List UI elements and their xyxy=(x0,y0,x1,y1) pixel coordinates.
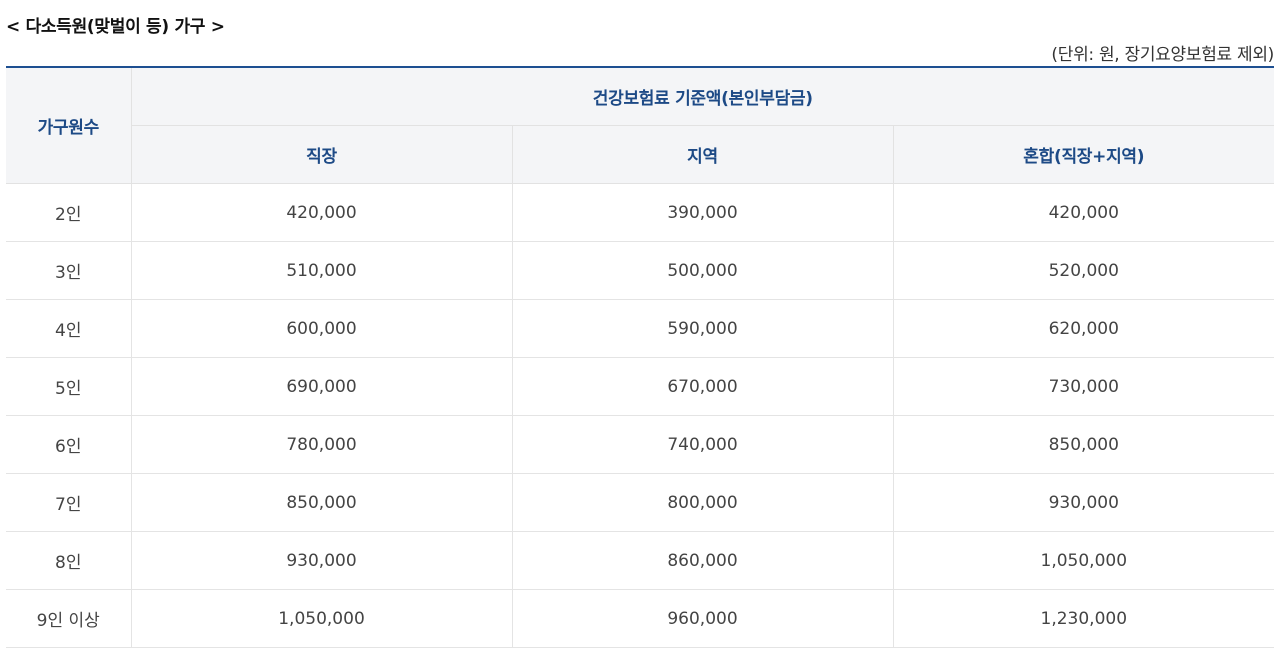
cell-mixed: 1,050,000 xyxy=(892,531,1275,590)
header-household-size: 가구원수 xyxy=(6,67,131,184)
cell-mixed: 730,000 xyxy=(892,357,1275,416)
table-body: 2인 420,000 390,000 420,000 3인 510,000 50… xyxy=(6,183,1275,648)
cell-workplace: 780,000 xyxy=(130,415,512,474)
cell-mixed: 520,000 xyxy=(892,241,1275,300)
cell-mixed: 930,000 xyxy=(892,473,1275,532)
table-row: 7인 850,000 800,000 930,000 xyxy=(6,473,1275,532)
row-label: 3인 xyxy=(6,241,131,300)
cell-regional: 740,000 xyxy=(511,415,893,474)
cell-regional: 670,000 xyxy=(511,357,893,416)
cell-regional: 590,000 xyxy=(511,299,893,358)
cell-regional: 390,000 xyxy=(511,183,893,242)
table-row: 2인 420,000 390,000 420,000 xyxy=(6,183,1275,242)
cell-regional: 500,000 xyxy=(511,241,893,300)
insurance-criteria-table: 가구원수 건강보험료 기준액(본인부담금) 직장 지역 혼합(직장+지역) 2인… xyxy=(6,66,1275,648)
table-row: 3인 510,000 500,000 520,000 xyxy=(6,241,1275,300)
cell-mixed: 420,000 xyxy=(892,183,1275,242)
unit-note: (단위: 원, 장기요양보험료 제외) xyxy=(1051,45,1274,65)
cell-mixed: 850,000 xyxy=(892,415,1275,474)
cell-workplace: 930,000 xyxy=(130,531,512,590)
table-row: 8인 930,000 860,000 1,050,000 xyxy=(6,531,1275,590)
header-col-mixed: 혼합(직장+지역) xyxy=(892,125,1275,184)
row-label: 2인 xyxy=(6,183,131,242)
table-row: 4인 600,000 590,000 620,000 xyxy=(6,299,1275,358)
cell-workplace: 510,000 xyxy=(130,241,512,300)
row-label: 5인 xyxy=(6,357,131,416)
cell-workplace: 690,000 xyxy=(130,357,512,416)
section-title: < 다소득원(맞벌이 등) 가구 > xyxy=(6,17,225,37)
header-col-workplace: 직장 xyxy=(130,125,512,184)
header-row-columns: 직장 지역 혼합(직장+지역) xyxy=(6,125,1275,184)
cell-mixed: 620,000 xyxy=(892,299,1275,358)
cell-regional: 800,000 xyxy=(511,473,893,532)
row-label: 4인 xyxy=(6,299,131,358)
table-header: 가구원수 건강보험료 기준액(본인부담금) 직장 지역 혼합(직장+지역) xyxy=(6,67,1275,184)
row-label: 8인 xyxy=(6,531,131,590)
row-label: 6인 xyxy=(6,415,131,474)
header-row-group: 가구원수 건강보험료 기준액(본인부담금) xyxy=(6,67,1275,184)
cell-workplace: 600,000 xyxy=(130,299,512,358)
table-row: 5인 690,000 670,000 730,000 xyxy=(6,357,1275,416)
table-row: 6인 780,000 740,000 850,000 xyxy=(6,415,1275,474)
header-col-regional: 지역 xyxy=(511,125,893,184)
header-insurance-criteria: 건강보험료 기준액(본인부담금) xyxy=(130,67,1275,126)
cell-workplace: 420,000 xyxy=(130,183,512,242)
row-label: 7인 xyxy=(6,473,131,532)
cell-regional: 860,000 xyxy=(511,531,893,590)
cell-workplace: 850,000 xyxy=(130,473,512,532)
